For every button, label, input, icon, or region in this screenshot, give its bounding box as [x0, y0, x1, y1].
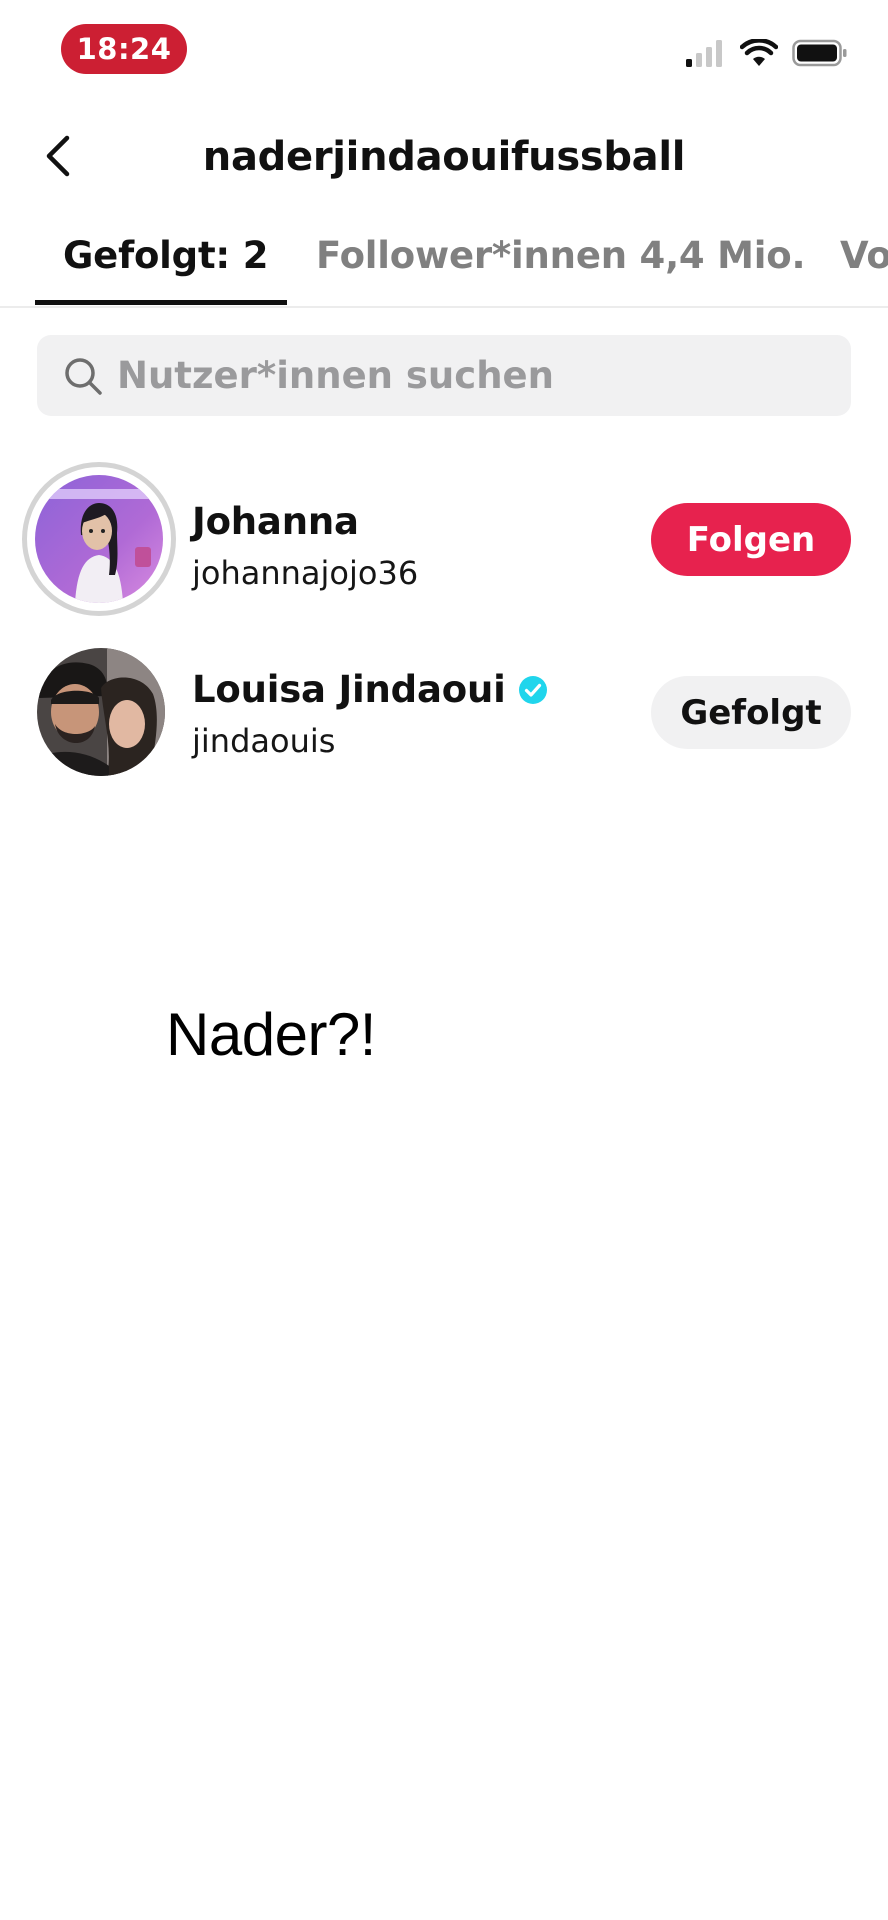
tab-followers[interactable]: Follower*innen 4,4 Mio. [316, 234, 806, 277]
page-title: naderjindaouifussball [202, 134, 686, 180]
battery-icon [792, 39, 848, 72]
avatar [35, 475, 163, 603]
user-name-text: Johanna [192, 500, 359, 543]
search-box[interactable] [37, 335, 851, 416]
verified-badge-icon [518, 675, 548, 705]
list-item[interactable]: Louisa Jindaoui jindaouis Gefolgt [0, 642, 888, 792]
tab-bar: Gefolgt: 2 Follower*innen 4,4 Mio. Vo [0, 218, 888, 308]
user-name-text: Louisa Jindaoui [192, 668, 506, 711]
user-handle: jindaouis [192, 722, 336, 760]
tab-following[interactable]: Gefolgt: 2 [63, 234, 268, 277]
header: naderjindaouifussball [0, 118, 888, 198]
wifi-icon [739, 37, 779, 72]
avatar[interactable] [37, 648, 165, 776]
search-icon [63, 356, 103, 396]
overlay-caption: Nader?! [166, 1001, 376, 1068]
list-item[interactable]: Johanna johannajojo36 Folgen [0, 462, 888, 616]
tab-partial-next[interactable]: Vo [840, 234, 888, 277]
user-display-name: Johanna [192, 500, 359, 543]
follow-button[interactable]: Folgen [651, 503, 851, 576]
status-time: 18:24 [61, 24, 187, 74]
avatar-story-ring[interactable] [22, 462, 176, 616]
user-handle: johannajojo36 [192, 554, 419, 592]
cellular-signal-icon [686, 39, 726, 72]
following-button[interactable]: Gefolgt [651, 676, 851, 749]
user-display-name: Louisa Jindaoui [192, 668, 548, 711]
search-input[interactable] [117, 354, 797, 397]
status-bar: 18:24 [0, 0, 888, 100]
active-tab-indicator [35, 300, 287, 305]
status-icons [686, 37, 848, 72]
